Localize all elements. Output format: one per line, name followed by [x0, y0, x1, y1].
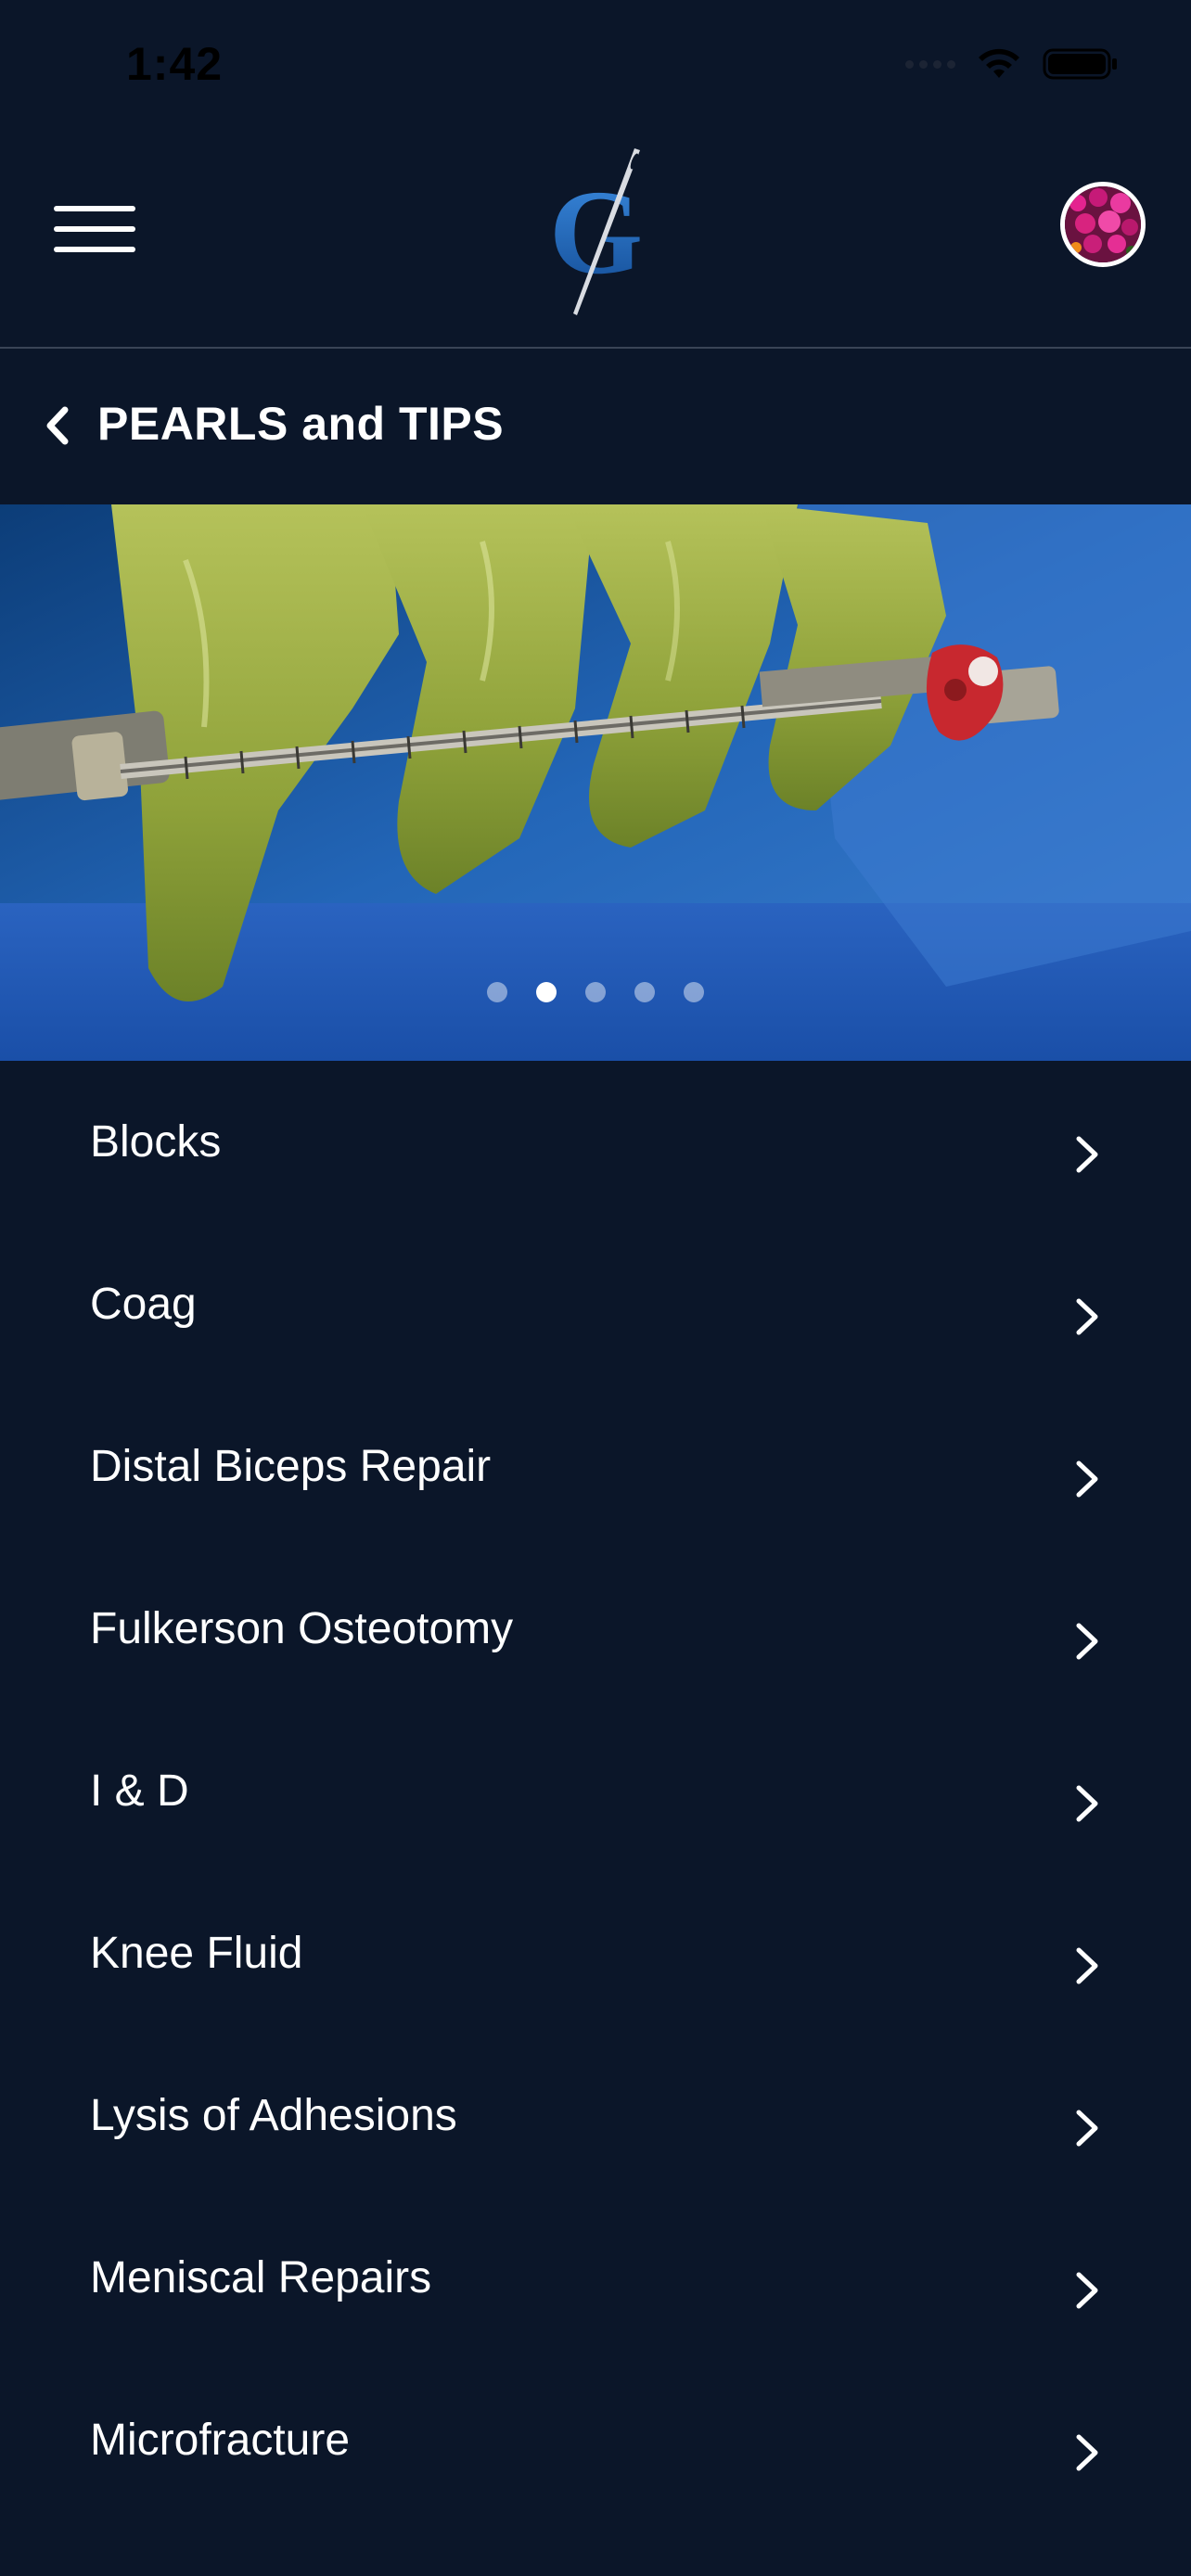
signal-icon [905, 59, 955, 69]
list-item-label: Fulkerson Osteotomy [90, 1604, 514, 1653]
chevron-right-icon [1076, 1298, 1098, 1335]
list-item-coag[interactable]: Coag [0, 1223, 1191, 1385]
topic-list: Blocks Coag Distal Biceps Repair Fulkers… [0, 1061, 1191, 2521]
banner-image [0, 504, 1191, 1061]
carousel-dots [0, 982, 1191, 1002]
list-item-lysis-of-adhesions[interactable]: Lysis of Adhesions [0, 2034, 1191, 2197]
chevron-left-icon[interactable] [37, 393, 78, 458]
list-item-blocks[interactable]: Blocks [0, 1061, 1191, 1223]
carousel-dot[interactable] [585, 982, 606, 1002]
chevron-right-icon [1076, 1623, 1098, 1660]
banner-carousel[interactable] [0, 504, 1191, 1061]
status-bar: 1:42 [0, 0, 1191, 139]
status-time: 1:42 [126, 38, 224, 90]
carousel-dot[interactable] [487, 982, 507, 1002]
list-item-label: Distal Biceps Repair [90, 1442, 492, 1491]
title-bar: PEARLS and TIPS [0, 349, 1191, 504]
chevron-right-icon [1076, 2272, 1098, 2309]
app-header: G [0, 139, 1191, 349]
wifi-icon [979, 48, 1019, 78]
app-screen: 1:42 G PEARLS and TIPS Blocks Coag Dista… [0, 0, 1191, 2576]
logo-letter: G [549, 166, 643, 300]
list-item-i-and-d[interactable]: I & D [0, 1710, 1191, 1872]
battery-icon [1043, 48, 1117, 80]
chevron-right-icon [1076, 1460, 1098, 1498]
chevron-right-icon [1076, 1947, 1098, 1984]
user-avatar[interactable] [1060, 182, 1146, 267]
status-icons [905, 46, 1119, 82]
list-item-microfracture[interactable]: Microfracture [0, 2359, 1191, 2521]
list-item-fulkerson-osteotomy[interactable]: Fulkerson Osteotomy [0, 1548, 1191, 1710]
list-item-label: Coag [90, 1280, 197, 1329]
carousel-dot-active[interactable] [536, 982, 557, 1002]
list-item-label: Blocks [90, 1117, 222, 1167]
list-item-label: Lysis of Adhesions [90, 2091, 457, 2140]
page-title: PEARLS and TIPS [97, 398, 505, 450]
list-item-label: Knee Fluid [90, 1929, 303, 1978]
chevron-right-icon [1076, 1785, 1098, 1822]
chevron-right-icon [1076, 2110, 1098, 2147]
list-item-distal-biceps-repair[interactable]: Distal Biceps Repair [0, 1385, 1191, 1548]
list-item-knee-fluid[interactable]: Knee Fluid [0, 1872, 1191, 2034]
list-item-label: Microfracture [90, 2416, 351, 2465]
chevron-right-icon [1076, 2434, 1098, 2471]
hamburger-menu-button[interactable] [54, 206, 137, 271]
chevron-right-icon [1076, 1136, 1098, 1173]
list-item-meniscal-repairs[interactable]: Meniscal Repairs [0, 2197, 1191, 2359]
carousel-dot[interactable] [634, 982, 655, 1002]
list-item-label: Meniscal Repairs [90, 2253, 432, 2302]
carousel-dot[interactable] [684, 982, 704, 1002]
list-item-label: I & D [90, 1766, 189, 1816]
needle-logo-icon[interactable]: G [538, 143, 668, 319]
